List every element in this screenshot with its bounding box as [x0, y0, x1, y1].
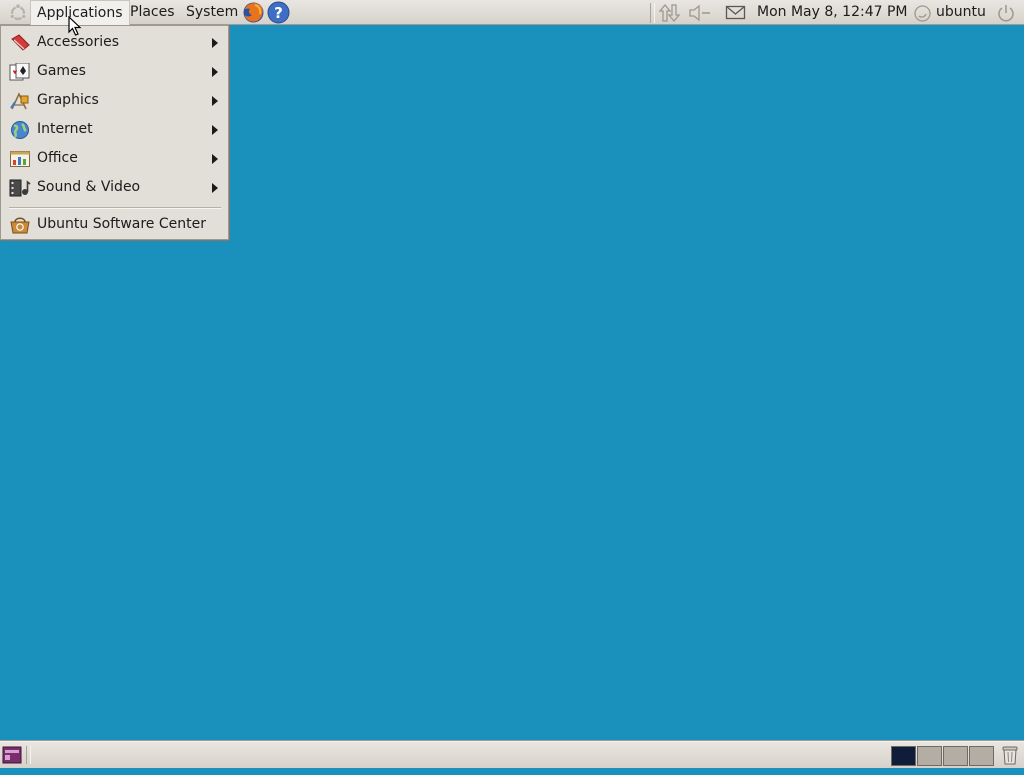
- svg-text:?: ?: [274, 4, 283, 22]
- clock[interactable]: Mon May 8, 12:47 PM: [757, 0, 908, 25]
- firefox-icon[interactable]: [242, 1, 265, 24]
- submenu-arrow-icon: [212, 125, 218, 135]
- menu-item-label: Sound & Video: [37, 179, 141, 195]
- panel-handle[interactable]: [26, 746, 31, 764]
- submenu-arrow-icon: [212, 67, 218, 77]
- menu-item-label: Graphics: [37, 92, 99, 108]
- system-menu[interactable]: System: [180, 0, 244, 25]
- applications-dropdown: Accessories Games Graphics Internet Offi…: [0, 25, 229, 240]
- volume-icon[interactable]: [688, 4, 712, 22]
- menu-item-label: Internet: [37, 121, 93, 137]
- user-menu[interactable]: ubuntu: [936, 0, 986, 25]
- top-panel: Applications Places System ? Mon May 8, …: [0, 0, 1024, 26]
- show-desktop-icon[interactable]: [2, 746, 22, 764]
- menu-item-ubuntu-software-center[interactable]: Ubuntu Software Center: [1, 210, 228, 239]
- menu-item-internet[interactable]: Internet: [1, 115, 228, 144]
- help-icon[interactable]: ?: [267, 1, 290, 24]
- workspace-2[interactable]: [917, 746, 942, 766]
- menu-item-sound-video[interactable]: Sound & Video: [1, 173, 228, 202]
- submenu-arrow-icon: [212, 38, 218, 48]
- menu-item-label: Office: [37, 150, 78, 166]
- menu-item-games[interactable]: Games: [1, 57, 228, 86]
- network-icon[interactable]: [658, 3, 681, 23]
- submenu-arrow-icon: [212, 154, 218, 164]
- menu-item-office[interactable]: Office: [1, 144, 228, 173]
- mail-icon[interactable]: [725, 5, 747, 21]
- ubuntu-logo-icon[interactable]: [8, 3, 28, 23]
- trash-icon[interactable]: [1000, 745, 1020, 766]
- bottom-panel: [0, 741, 1024, 768]
- menu-item-accessories[interactable]: Accessories: [1, 28, 228, 57]
- submenu-arrow-icon: [212, 96, 218, 106]
- places-menu[interactable]: Places: [124, 0, 181, 25]
- graphics-icon: [9, 92, 31, 110]
- menu-item-graphics[interactable]: Graphics: [1, 86, 228, 115]
- software-center-icon: [9, 216, 31, 234]
- menu-item-label: Ubuntu Software Center: [37, 216, 206, 232]
- workspace-4[interactable]: [969, 746, 994, 766]
- sound-video-icon: [9, 179, 31, 197]
- office-icon: [9, 150, 31, 168]
- mouse-cursor-icon: [68, 16, 82, 36]
- panel-separator: [650, 3, 655, 23]
- menu-item-label: Games: [37, 63, 86, 79]
- submenu-arrow-icon: [212, 183, 218, 193]
- internet-icon: [9, 121, 31, 139]
- menu-separator: [9, 207, 221, 209]
- accessories-icon: [9, 34, 31, 52]
- games-icon: [9, 62, 31, 81]
- user-status-icon[interactable]: [913, 4, 932, 23]
- workspace-1[interactable]: [891, 746, 916, 766]
- workspace-3[interactable]: [943, 746, 968, 766]
- power-icon[interactable]: [996, 3, 1016, 23]
